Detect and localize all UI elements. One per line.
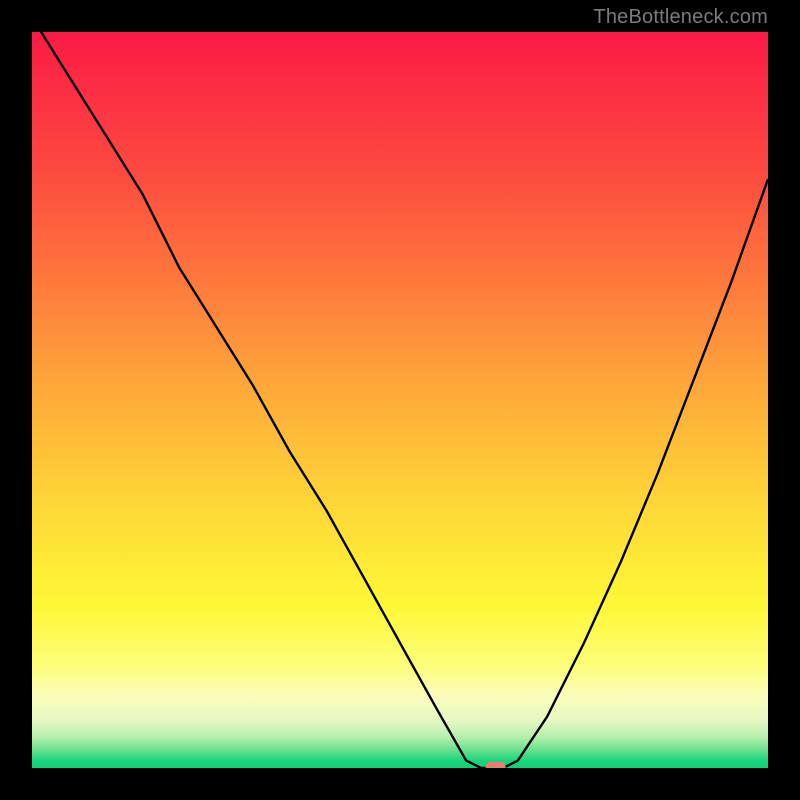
- chart-frame: TheBottleneck.com: [0, 0, 800, 800]
- current-config-marker: [486, 762, 506, 768]
- bottleneck-chart: [32, 32, 768, 768]
- plot-area: [32, 32, 768, 768]
- gradient-background: [32, 32, 768, 768]
- attribution-label: TheBottleneck.com: [593, 6, 768, 29]
